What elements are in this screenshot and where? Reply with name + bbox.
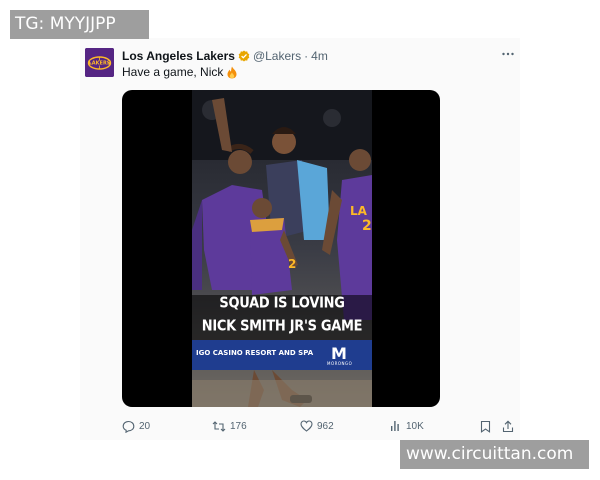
retweet-button[interactable]: 176 [212,418,247,434]
svg-text:2: 2 [288,257,296,271]
retweet-icon [212,420,226,432]
svg-text:2: 2 [362,218,372,234]
tweet-text: Have a game, Nick [122,65,238,79]
reply-icon [122,420,135,433]
view-count: 10K [406,420,424,432]
display-name[interactable]: Los Angeles Lakers [122,49,235,63]
svg-text:LA: LA [350,204,368,218]
like-count: 962 [317,420,334,432]
sponsor-text: IGO CASINO RESORT AND SPA [196,349,314,357]
sponsor-logo: M MORONGO [322,342,358,368]
fire-icon [226,66,238,79]
heart-icon [300,420,313,432]
share-button[interactable] [502,418,518,434]
tweet-actions: 20 176 962 10K [122,418,522,434]
views-button[interactable]: 10K [390,418,424,434]
tweet-header: Los Angeles Lakers @Lakers · 4m [122,47,328,65]
watermark-top: TG: MYYJJPP [10,10,149,39]
video-player[interactable]: LA 2 2 SQUAD IS LOVING NICK SMITH JR'S G… [192,90,372,407]
bookmark-icon [480,420,491,433]
like-button[interactable]: 962 [300,418,334,434]
video-caption-line1: SQUAD IS LOVING [219,294,345,313]
sponsor-logo-sub: MORONGO [327,361,353,366]
verified-badge-icon [238,50,250,62]
more-options-icon[interactable] [500,46,516,62]
views-chart-icon [391,421,399,431]
bookmark-button[interactable] [480,418,495,434]
tweet-body: Have a game, Nick [122,65,224,79]
reply-count: 20 [139,420,151,432]
handle[interactable]: @Lakers [253,49,301,63]
video-caption-line2: NICK SMITH JR'S GAME [201,317,363,336]
watermark-bottom: www.circuittan.com [400,440,589,469]
svg-text:LAKERS: LAKERS [89,61,111,67]
share-icon [502,420,514,432]
tweet-media[interactable]: LA 2 2 SQUAD IS LOVING NICK SMITH JR'S G… [122,90,440,407]
retweet-count: 176 [230,420,247,432]
lakers-logo-icon: LAKERS [85,48,114,77]
separator-dot: · [304,49,309,63]
reply-button[interactable]: 20 [122,418,150,434]
avatar[interactable]: LAKERS [85,48,114,77]
timestamp[interactable]: 4m [311,49,328,63]
